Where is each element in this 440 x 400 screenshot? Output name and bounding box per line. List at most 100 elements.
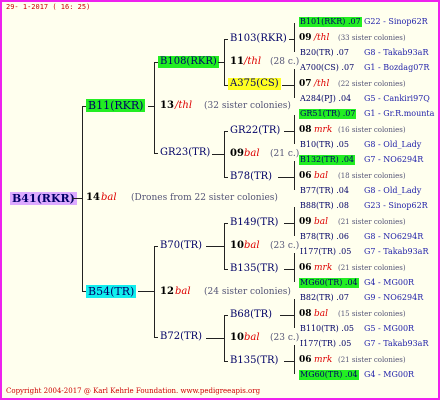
connector-line	[294, 23, 295, 52]
sire-id[interactable]: I177(TR) .05	[299, 247, 352, 257]
queen-type: bal	[314, 171, 329, 181]
queen-g2-b70[interactable]: B70(TR)	[160, 241, 202, 251]
sister-note: (15 sister colonies)	[338, 310, 406, 318]
sire-id[interactable]: A284(PJ) .04	[299, 94, 352, 104]
connector-line	[224, 223, 225, 270]
connector-line	[284, 269, 294, 270]
queen-type: /thl	[314, 33, 330, 43]
connector-line	[284, 223, 294, 224]
queen-type: mrk	[314, 355, 333, 365]
queen-g3-a375[interactable]: A375(CS)	[228, 78, 281, 90]
connector-line	[278, 177, 294, 178]
connector-line	[154, 337, 158, 338]
sister-count: 06	[299, 263, 312, 273]
sister-note: (22 sister colonies)	[338, 80, 406, 88]
queen-type: bal	[314, 217, 329, 227]
sister-count: 06	[299, 171, 312, 181]
sire-line: G9 - NO6294R	[364, 293, 424, 302]
sire-line: G1 - Gr.R.mounta	[364, 109, 435, 118]
sire-id[interactable]: GR51(TR) .07	[299, 109, 357, 119]
queen-g3-b135b[interactable]: B135(TR)	[230, 356, 278, 366]
g1-b54-count: 12	[160, 286, 174, 297]
sister-count: 07	[299, 79, 312, 89]
connector-line	[206, 338, 224, 339]
g2-b70-type: bal	[244, 240, 260, 251]
sire-line: G7 - NO6294R	[364, 155, 424, 164]
queen-type: mrk	[314, 125, 333, 135]
connector-line	[284, 131, 294, 132]
connector-line	[224, 39, 228, 40]
connector-line	[282, 85, 294, 86]
g1-b11-note: (32 sister colonies)	[204, 101, 291, 111]
g2-b108-count: 11	[230, 56, 244, 67]
connector-line	[224, 361, 228, 362]
sire-id[interactable]: B88(TR) .08	[299, 201, 350, 211]
sister-note: (21 sister colonies)	[338, 264, 406, 272]
connector-line	[294, 69, 295, 98]
sire-id[interactable]: MG60(TR) .04	[299, 278, 359, 288]
sire-line: G7 - Takab93aR	[364, 247, 429, 256]
root-type: bal	[101, 192, 117, 203]
connector-line	[212, 154, 224, 155]
sire-id[interactable]: B20(TR) .07	[299, 48, 350, 58]
connector-line	[224, 177, 228, 178]
sire-line: G7 - Takab93aR	[364, 339, 429, 348]
sire-id[interactable]: B110(TR) .05	[299, 324, 355, 334]
sire-id[interactable]: B132(TR) .04	[299, 155, 356, 165]
g2-b108-type: /thl	[244, 56, 262, 67]
sister-note: (18 sister colonies)	[338, 172, 406, 180]
sire-line: G4 - MG00R	[364, 370, 415, 379]
connector-line	[224, 131, 225, 178]
connector-line	[138, 291, 154, 292]
sire-line: G5 - Cankiri97Q	[364, 94, 430, 103]
sire-line: G22 - Sinop62R	[364, 17, 428, 26]
sire-id[interactable]: B82(TR) .07	[299, 293, 350, 303]
g1-b54-type: bal	[175, 286, 191, 297]
sister-count: 08	[299, 309, 312, 319]
queen-g1-b54[interactable]: B54(TR)	[86, 285, 137, 298]
connector-line	[294, 253, 295, 282]
print-date: 29- 1-2017 ( 16: 25)	[6, 3, 91, 11]
sire-id[interactable]: I177(TR) .05	[299, 339, 352, 349]
queen-g3-b103[interactable]: B103(RKR)	[230, 34, 287, 44]
sire-id[interactable]: B78(TR) .06	[299, 232, 350, 242]
connector-line	[154, 153, 158, 154]
sister-count: 09	[299, 33, 312, 43]
queen-g3-b68[interactable]: B68(TR)	[230, 310, 272, 320]
g1-b11-type: /thl	[175, 100, 193, 111]
root-note: (Drones from 22 sister colonies)	[131, 193, 278, 203]
sire-line: G4 - MG00R	[364, 278, 415, 287]
g2-b72-count: 10	[230, 332, 244, 343]
g2-b108-note: (28 c.)	[270, 57, 300, 67]
g1-b11-count: 13	[160, 100, 174, 111]
queen-type: bal	[314, 309, 329, 319]
queen-g2-b108[interactable]: B108(RKR)	[158, 56, 219, 68]
sire-id[interactable]: B101(RKR) .07	[299, 17, 362, 27]
sister-note: (33 sister colonies)	[338, 34, 406, 42]
sire-line: G5 - MG00R	[364, 324, 415, 333]
queen-g2-b72[interactable]: B72(TR)	[160, 332, 202, 342]
sire-id[interactable]: B10(TR) .05	[299, 140, 350, 150]
queen-g1-b11[interactable]: B11(RKR)	[86, 99, 146, 112]
queen-root-id[interactable]: B41(RKR)	[10, 192, 77, 205]
queen-g3-gr22[interactable]: GR22(TR)	[230, 126, 280, 136]
connector-line	[294, 299, 295, 328]
queen-g2-gr23[interactable]: GR23(TR)	[160, 148, 210, 158]
connector-line	[154, 246, 155, 338]
sister-note: (21 sister colonies)	[338, 218, 406, 226]
sire-id[interactable]: A700(CS) .07	[299, 63, 355, 73]
queen-g3-b149[interactable]: B149(TR)	[230, 218, 278, 228]
queen-g3-b135[interactable]: B135(TR)	[230, 264, 278, 274]
queen-type: /thl	[314, 79, 330, 89]
g2-b70-count: 10	[230, 240, 244, 251]
queen-g3-b78[interactable]: B78(TR)	[230, 172, 272, 182]
sister-note: (16 sister colonies)	[338, 126, 406, 134]
sister-count: 09	[299, 217, 312, 227]
sire-line: G8 - Takab93aR	[364, 48, 429, 57]
sire-id[interactable]: MG60(TR) .04	[299, 370, 359, 380]
connector-line	[224, 131, 228, 132]
root-count: 14	[86, 192, 100, 203]
footer-copyright: Copyright 2004-2017 @ Karl Kehrle Founda…	[6, 387, 261, 395]
sire-id[interactable]: B77(TR) .04	[299, 186, 350, 196]
connector-line	[154, 62, 155, 154]
